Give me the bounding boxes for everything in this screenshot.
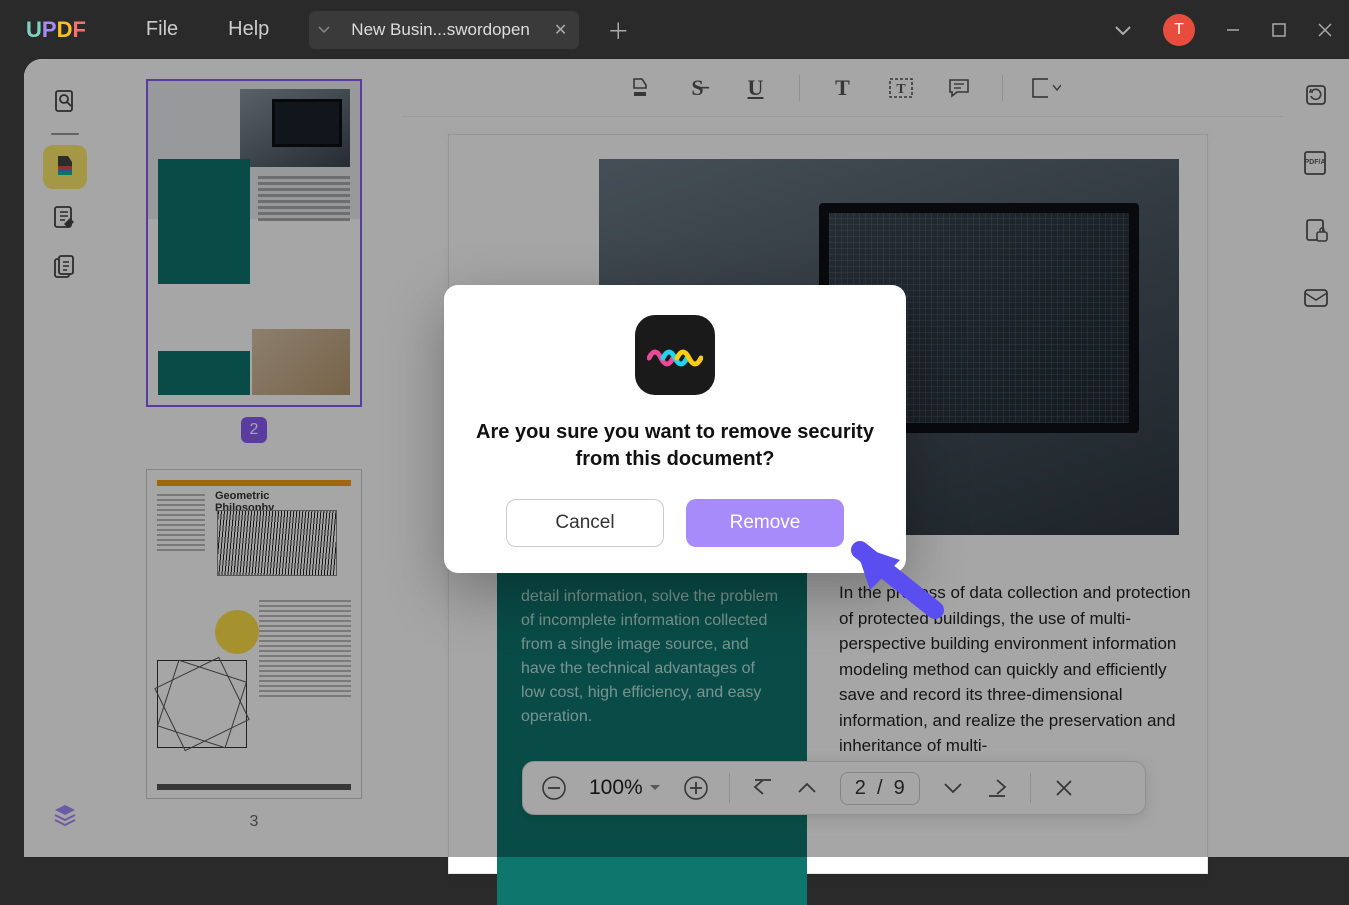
- maximize-button[interactable]: [1271, 22, 1287, 38]
- page-indicator[interactable]: 2 / 9: [840, 772, 920, 805]
- rotate-tool[interactable]: [1298, 77, 1334, 113]
- pdfa-tool[interactable]: PDF/A: [1298, 145, 1334, 181]
- share-tool[interactable]: [1298, 281, 1334, 317]
- prev-page-button[interactable]: [792, 773, 822, 803]
- thumbnail-page-2[interactable]: [146, 79, 362, 407]
- reader-tool[interactable]: [43, 79, 87, 123]
- doc-teal-block: detail information, solve the problem of…: [497, 565, 807, 905]
- shape-tool[interactable]: [1031, 73, 1061, 103]
- separator: [1030, 773, 1031, 803]
- separator: [799, 75, 800, 101]
- separator: [729, 773, 730, 803]
- zoom-in-button[interactable]: [681, 773, 711, 803]
- svg-text:T: T: [896, 82, 906, 97]
- annotation-toolbar: S̶ U T T: [402, 59, 1283, 117]
- sticky-note-tool[interactable]: [944, 73, 974, 103]
- first-page-button[interactable]: [748, 773, 778, 803]
- underline-tool[interactable]: U: [741, 73, 771, 103]
- close-bar-button[interactable]: [1049, 773, 1079, 803]
- close-button[interactable]: [1317, 22, 1333, 38]
- cancel-button[interactable]: Cancel: [506, 499, 664, 547]
- tab-close-icon[interactable]: ✕: [554, 20, 567, 40]
- protect-tool[interactable]: [1298, 213, 1334, 249]
- zoom-level[interactable]: 100%: [589, 776, 661, 800]
- menu-bar: File Help: [146, 18, 269, 41]
- tab-list-dropdown[interactable]: [309, 11, 339, 49]
- thumbnail-page-3[interactable]: Geometric Philosophy: [146, 469, 362, 799]
- separator: [1002, 75, 1003, 101]
- last-page-button[interactable]: [982, 773, 1012, 803]
- svg-text:PDF/A: PDF/A: [1305, 159, 1326, 166]
- divider: [51, 133, 79, 135]
- thumbnail-number-3: 3: [241, 809, 267, 835]
- minimize-button[interactable]: [1225, 22, 1241, 38]
- tab-title: New Busin...swordopen: [351, 20, 530, 40]
- remove-button[interactable]: Remove: [686, 499, 844, 547]
- menu-help[interactable]: Help: [228, 18, 269, 41]
- organize-tool[interactable]: [43, 245, 87, 289]
- zoom-out-button[interactable]: [539, 773, 569, 803]
- user-avatar[interactable]: T: [1163, 14, 1195, 46]
- thumbnail-number-2: 2: [241, 417, 267, 443]
- text-tool[interactable]: T: [828, 73, 858, 103]
- app-logo: UPDF: [26, 17, 86, 43]
- thumbnail-panel: 2 Geometric Philosophy 3: [106, 59, 402, 857]
- app-icon: [635, 315, 715, 395]
- left-toolbar: [24, 59, 106, 857]
- textbox-tool[interactable]: T: [886, 73, 916, 103]
- right-toolbar: PDF/A: [1283, 59, 1349, 857]
- menu-file[interactable]: File: [146, 18, 178, 41]
- titlebar: UPDF File Help New Busin...swordopen ✕ ＋…: [0, 0, 1349, 59]
- edit-tool[interactable]: [43, 195, 87, 239]
- remove-security-dialog: Are you sure you want to remove security…: [444, 285, 906, 573]
- document-tab[interactable]: New Busin...swordopen ✕: [339, 11, 579, 49]
- comment-tool[interactable]: [43, 145, 87, 189]
- doc-body-text: In the process of data collection and pr…: [839, 580, 1199, 759]
- chevron-down-icon[interactable]: [1113, 23, 1133, 37]
- new-tab-button[interactable]: ＋: [607, 14, 629, 46]
- layers-tool[interactable]: [43, 793, 87, 837]
- strikethrough-tool[interactable]: S̶: [683, 73, 713, 103]
- highlight-tool[interactable]: [625, 73, 655, 103]
- tab-bar: New Busin...swordopen ✕ ＋: [309, 0, 629, 59]
- next-page-button[interactable]: [938, 773, 968, 803]
- zoom-page-bar: 100% 2 / 9: [522, 761, 1146, 815]
- dialog-message: Are you sure you want to remove security…: [468, 419, 882, 473]
- window-controls: [1225, 22, 1333, 38]
